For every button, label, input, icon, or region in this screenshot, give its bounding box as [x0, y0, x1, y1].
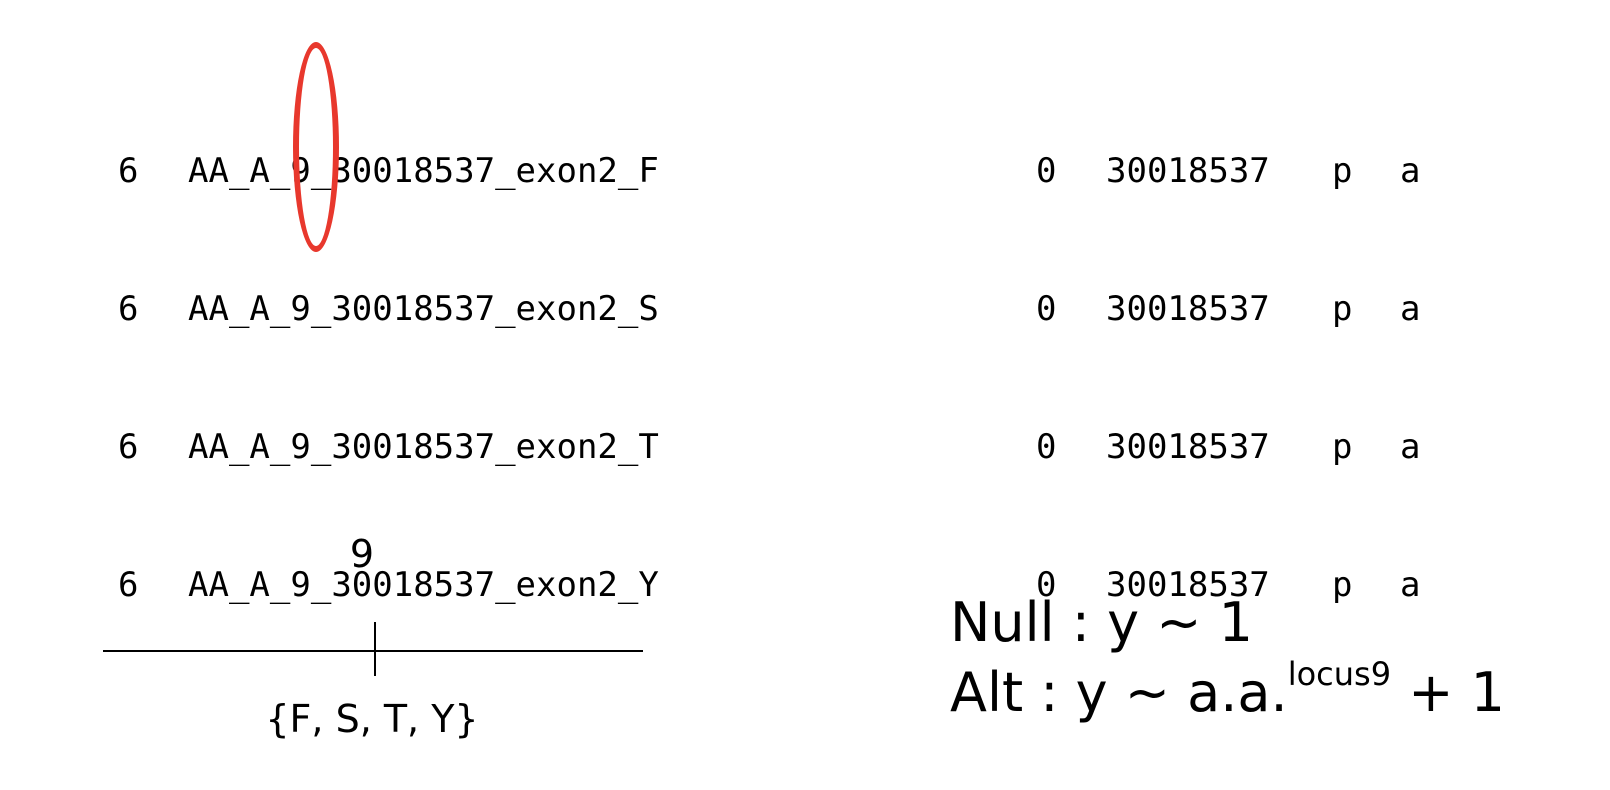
variant-name-cell: AA_A_9_30018537_exon2_T [188, 424, 659, 470]
alt-model-text: Alt : y ~ a.a. [950, 661, 1288, 724]
alt-model-superscript: locus9 [1287, 655, 1392, 693]
allele2-cell: a [1400, 151, 1421, 191]
locus-highlight-oval [293, 42, 339, 252]
zero-cell: 0 [1036, 151, 1057, 191]
locus-tick-mark [374, 622, 376, 676]
null-model-formula: Null : y ~ 1 [950, 591, 1254, 654]
variant-name-cell: AA_A_9_30018537_exon2_F [188, 148, 659, 194]
position-cell: 30018537 [1106, 427, 1270, 467]
variant-name-cell: AA_A_9_30018537_exon2_S [188, 286, 659, 332]
variant-locus: 9 [290, 427, 311, 467]
variant-name-suffix: _30018537_exon2_S [310, 289, 659, 329]
allele-set-label: {F, S, T, Y} [265, 697, 479, 741]
variant-row: 6 AA_A_9_30018537_exon2_Y [118, 562, 659, 608]
allele1-cell: p [1332, 151, 1353, 191]
variant-row: 6 AA_A_9_30018537_exon2_F [118, 148, 659, 194]
alt-model-formula: Alt : y ~ a.a.locus9 + 1 [950, 655, 1505, 735]
genome-axis-line [103, 650, 643, 652]
allele2-cell: a [1400, 289, 1421, 329]
position-row: 0 30018537 p a [1036, 424, 1420, 470]
variant-name-suffix: _30018537_exon2_F [310, 151, 659, 191]
variant-name-prefix: AA_A_ [188, 565, 291, 605]
allele1-cell: p [1332, 289, 1353, 329]
position-cell: 30018537 [1106, 289, 1270, 329]
zero-cell: 0 [1036, 289, 1057, 329]
variant-name-prefix: AA_A_ [188, 289, 291, 329]
model-formulas: Null : y ~ 1 Alt : y ~ a.a.locus9 + 1 [950, 588, 1505, 735]
position-row: 0 30018537 p a [1036, 286, 1420, 332]
locus-label: 9 [349, 532, 375, 576]
variant-table-left: 6 AA_A_9_30018537_exon2_F 6 AA_A_9_3001853… [118, 56, 659, 654]
chromosome-cell: 6 [118, 289, 139, 329]
alt-model-tail: + 1 [1391, 661, 1505, 724]
allele1-cell: p [1332, 427, 1353, 467]
chromosome-cell: 6 [118, 427, 139, 467]
variant-row: 6 AA_A_9_30018537_exon2_T [118, 424, 659, 470]
chromosome-cell: 6 [118, 565, 139, 605]
allele2-cell: a [1400, 427, 1421, 467]
variant-name-cell: AA_A_9_30018537_exon2_Y [188, 562, 659, 608]
position-cell: 30018537 [1106, 151, 1270, 191]
zero-cell: 0 [1036, 427, 1057, 467]
variant-locus: 9 [290, 565, 311, 605]
variant-name-prefix: AA_A_ [188, 427, 291, 467]
variant-name-prefix: AA_A_ [188, 151, 291, 191]
variant-table-right: 0 30018537 p a 0 30018537 p a 0 30018537 p a 0 300… [1036, 56, 1420, 654]
variant-name-suffix: _30018537_exon2_T [310, 427, 659, 467]
variant-locus: 9 [290, 289, 311, 329]
chromosome-cell: 6 [118, 151, 139, 191]
position-row: 0 30018537 p a [1036, 148, 1420, 194]
variant-row: 6 AA_A_9_30018537_exon2_S [118, 286, 659, 332]
